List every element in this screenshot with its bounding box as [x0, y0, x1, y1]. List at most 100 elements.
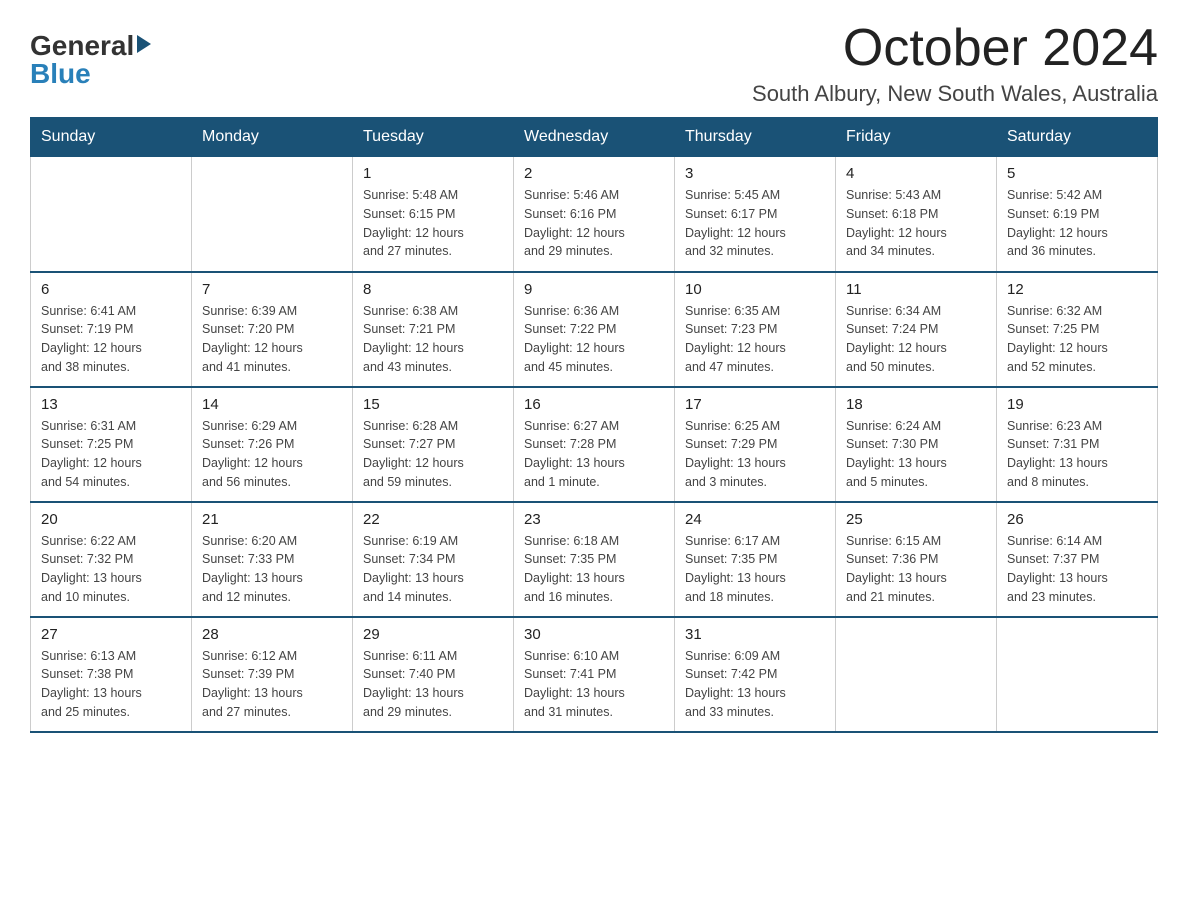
day-number: 25: [846, 511, 986, 528]
page-header: General Blue October 2024 South Albury, …: [30, 20, 1158, 107]
day-header-friday: Friday: [836, 118, 997, 157]
day-header-saturday: Saturday: [997, 118, 1158, 157]
calendar-cell: [31, 157, 192, 272]
day-info: Sunrise: 6:27 AMSunset: 7:28 PMDaylight:…: [524, 417, 664, 492]
day-info: Sunrise: 6:09 AMSunset: 7:42 PMDaylight:…: [685, 647, 825, 722]
calendar-cell: [997, 617, 1158, 732]
days-header-row: SundayMondayTuesdayWednesdayThursdayFrid…: [31, 118, 1158, 157]
calendar-cell: 2 Sunrise: 5:46 AMSunset: 6:16 PMDaylight…: [514, 157, 675, 272]
calendar-cell: 29Sunrise: 6:11 AMSunset: 7:40 PMDayligh…: [353, 617, 514, 732]
calendar-cell: 28Sunrise: 6:12 AMSunset: 7:39 PMDayligh…: [192, 617, 353, 732]
day-number: 26: [1007, 511, 1147, 528]
day-info: Sunrise: 6:28 AMSunset: 7:27 PMDaylight:…: [363, 417, 503, 492]
calendar-cell: 21 Sunrise: 6:20 AMSunset: 7:33 PMDayligh…: [192, 502, 353, 617]
calendar-cell: 25 Sunrise: 6:15 AMSunset: 7:36 PMDayligh…: [836, 502, 997, 617]
month-title: October 2024: [752, 20, 1158, 77]
logo-arrow-icon: [137, 35, 151, 53]
calendar-cell: 16 Sunrise: 6:27 AMSunset: 7:28 PMDayligh…: [514, 387, 675, 502]
day-number: 14: [202, 396, 342, 413]
week-row-5: 27 Sunrise: 6:13 AMSunset: 7:38 PMDayligh…: [31, 617, 1158, 732]
day-number: 21: [202, 511, 342, 528]
title-section: October 2024 South Albury, New South Wal…: [752, 20, 1158, 107]
day-number: 6: [41, 281, 181, 298]
day-number: 7: [202, 281, 342, 298]
day-number: 27: [41, 626, 181, 643]
day-info: Sunrise: 5:43 AMSunset: 6:18 PMDaylight:…: [846, 186, 986, 261]
calendar-cell: 12Sunrise: 6:32 AMSunset: 7:25 PMDayligh…: [997, 272, 1158, 387]
day-info: Sunrise: 6:23 AMSunset: 7:31 PMDaylight:…: [1007, 417, 1147, 492]
calendar-cell: 8Sunrise: 6:38 AMSunset: 7:21 PMDaylight…: [353, 272, 514, 387]
day-info: Sunrise: 6:25 AMSunset: 7:29 PMDaylight:…: [685, 417, 825, 492]
week-row-2: 6 Sunrise: 6:41 AMSunset: 7:19 PMDaylight…: [31, 272, 1158, 387]
week-row-1: 1 Sunrise: 5:48 AMSunset: 6:15 PMDaylight…: [31, 157, 1158, 272]
day-info: Sunrise: 6:17 AMSunset: 7:35 PMDaylight:…: [685, 532, 825, 607]
day-number: 1: [363, 165, 503, 182]
week-row-4: 20 Sunrise: 6:22 AMSunset: 7:32 PMDayligh…: [31, 502, 1158, 617]
day-info: Sunrise: 6:18 AMSunset: 7:35 PMDaylight:…: [524, 532, 664, 607]
day-number: 24: [685, 511, 825, 528]
day-info: Sunrise: 5:48 AMSunset: 6:15 PMDaylight:…: [363, 186, 503, 261]
day-number: 13: [41, 396, 181, 413]
day-number: 23: [524, 511, 664, 528]
day-header-tuesday: Tuesday: [353, 118, 514, 157]
day-number: 18: [846, 396, 986, 413]
day-number: 17: [685, 396, 825, 413]
day-info: Sunrise: 6:34 AMSunset: 7:24 PMDaylight:…: [846, 302, 986, 377]
calendar-cell: 13 Sunrise: 6:31 AMSunset: 7:25 PMDayligh…: [31, 387, 192, 502]
day-info: Sunrise: 5:42 AMSunset: 6:19 PMDaylight:…: [1007, 186, 1147, 261]
day-number: 28: [202, 626, 342, 643]
day-number: 3: [685, 165, 825, 182]
day-info: Sunrise: 6:19 AMSunset: 7:34 PMDaylight:…: [363, 532, 503, 607]
calendar-cell: 20 Sunrise: 6:22 AMSunset: 7:32 PMDayligh…: [31, 502, 192, 617]
day-header-thursday: Thursday: [675, 118, 836, 157]
calendar-cell: 27 Sunrise: 6:13 AMSunset: 7:38 PMDayligh…: [31, 617, 192, 732]
day-info: Sunrise: 6:29 AMSunset: 7:26 PMDaylight:…: [202, 417, 342, 492]
day-info: Sunrise: 6:13 AMSunset: 7:38 PMDaylight:…: [41, 647, 181, 722]
calendar-cell: 14 Sunrise: 6:29 AMSunset: 7:26 PMDayligh…: [192, 387, 353, 502]
calendar-table: SundayMondayTuesdayWednesdayThursdayFrid…: [30, 117, 1158, 733]
calendar-cell: 23 Sunrise: 6:18 AMSunset: 7:35 PMDayligh…: [514, 502, 675, 617]
day-info: Sunrise: 6:41 AMSunset: 7:19 PMDaylight:…: [41, 302, 181, 377]
logo-blue-text: Blue: [30, 58, 91, 90]
day-number: 20: [41, 511, 181, 528]
calendar-cell: 19Sunrise: 6:23 AMSunset: 7:31 PMDayligh…: [997, 387, 1158, 502]
day-number: 16: [524, 396, 664, 413]
day-info: Sunrise: 6:32 AMSunset: 7:25 PMDaylight:…: [1007, 302, 1147, 377]
day-info: Sunrise: 6:15 AMSunset: 7:36 PMDaylight:…: [846, 532, 986, 607]
day-number: 15: [363, 396, 503, 413]
day-header-monday: Monday: [192, 118, 353, 157]
calendar-cell: 7 Sunrise: 6:39 AMSunset: 7:20 PMDaylight…: [192, 272, 353, 387]
day-info: Sunrise: 6:39 AMSunset: 7:20 PMDaylight:…: [202, 302, 342, 377]
day-header-wednesday: Wednesday: [514, 118, 675, 157]
day-number: 30: [524, 626, 664, 643]
calendar-cell: 24 Sunrise: 6:17 AMSunset: 7:35 PMDayligh…: [675, 502, 836, 617]
calendar-cell: 9 Sunrise: 6:36 AMSunset: 7:22 PMDaylight…: [514, 272, 675, 387]
calendar-cell: 26 Sunrise: 6:14 AMSunset: 7:37 PMDayligh…: [997, 502, 1158, 617]
calendar-cell: [192, 157, 353, 272]
day-info: Sunrise: 6:20 AMSunset: 7:33 PMDaylight:…: [202, 532, 342, 607]
day-info: Sunrise: 6:14 AMSunset: 7:37 PMDaylight:…: [1007, 532, 1147, 607]
calendar-cell: 31 Sunrise: 6:09 AMSunset: 7:42 PMDayligh…: [675, 617, 836, 732]
day-info: Sunrise: 6:10 AMSunset: 7:41 PMDaylight:…: [524, 647, 664, 722]
day-info: Sunrise: 6:31 AMSunset: 7:25 PMDaylight:…: [41, 417, 181, 492]
day-info: Sunrise: 6:22 AMSunset: 7:32 PMDaylight:…: [41, 532, 181, 607]
day-number: 11: [846, 281, 986, 298]
day-info: Sunrise: 6:24 AMSunset: 7:30 PMDaylight:…: [846, 417, 986, 492]
calendar-cell: 1 Sunrise: 5:48 AMSunset: 6:15 PMDaylight…: [353, 157, 514, 272]
day-header-sunday: Sunday: [31, 118, 192, 157]
calendar-cell: 22 Sunrise: 6:19 AMSunset: 7:34 PMDayligh…: [353, 502, 514, 617]
calendar-cell: 10Sunrise: 6:35 AMSunset: 7:23 PMDayligh…: [675, 272, 836, 387]
day-number: 9: [524, 281, 664, 298]
calendar-cell: 4Sunrise: 5:43 AMSunset: 6:18 PMDaylight…: [836, 157, 997, 272]
day-info: Sunrise: 6:11 AMSunset: 7:40 PMDaylight:…: [363, 647, 503, 722]
day-number: 2: [524, 165, 664, 182]
day-info: Sunrise: 5:46 AMSunset: 6:16 PMDaylight:…: [524, 186, 664, 261]
day-info: Sunrise: 6:36 AMSunset: 7:22 PMDaylight:…: [524, 302, 664, 377]
week-row-3: 13 Sunrise: 6:31 AMSunset: 7:25 PMDayligh…: [31, 387, 1158, 502]
calendar-cell: 15 Sunrise: 6:28 AMSunset: 7:27 PMDayligh…: [353, 387, 514, 502]
calendar-cell: 11 Sunrise: 6:34 AMSunset: 7:24 PMDayligh…: [836, 272, 997, 387]
day-number: 31: [685, 626, 825, 643]
day-number: 22: [363, 511, 503, 528]
day-info: Sunrise: 6:38 AMSunset: 7:21 PMDaylight:…: [363, 302, 503, 377]
calendar-cell: 5Sunrise: 5:42 AMSunset: 6:19 PMDaylight…: [997, 157, 1158, 272]
